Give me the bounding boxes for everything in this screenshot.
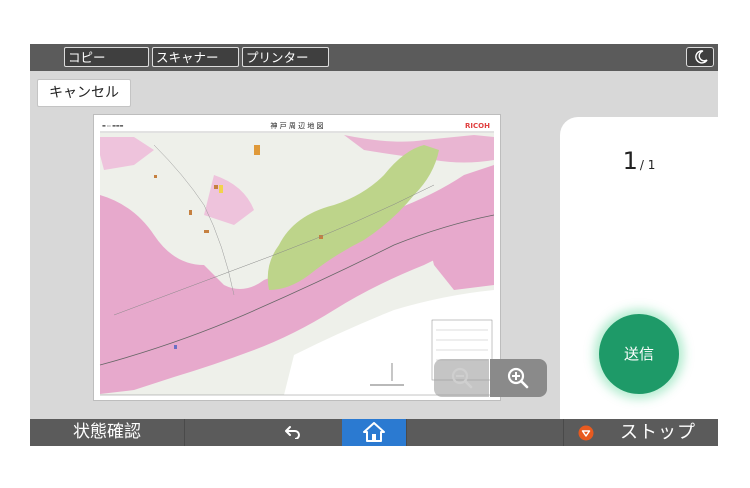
home-icon <box>363 422 385 442</box>
bottom-bar: 状態確認 ストップ <box>30 419 718 446</box>
page-total: / 1 <box>639 158 656 172</box>
page-counter: 1/ 1 <box>560 147 718 175</box>
send-panel: 1/ 1 送信 <box>560 117 718 419</box>
status-check-button[interactable]: 状態確認 <box>30 419 185 446</box>
map-brand: RICOH <box>465 122 490 130</box>
energy-saver-button[interactable] <box>686 47 714 67</box>
svg-text:▬ ▭ ▬▬▬: ▬ ▭ ▬▬▬ <box>102 123 124 128</box>
zoom-in-icon <box>507 367 529 389</box>
divider <box>406 419 407 446</box>
tab-printer[interactable]: プリンター <box>242 47 329 67</box>
stop-button[interactable]: ストップ <box>564 419 718 446</box>
tab-copy[interactable]: コピー <box>64 47 149 67</box>
back-button[interactable] <box>276 419 310 446</box>
map-image: ▬ ▭ ▬▬▬ 神 戸 周 辺 地 図 RICOH <box>94 115 500 400</box>
tab-scanner[interactable]: スキャナー <box>152 47 239 67</box>
back-arrow-icon <box>285 426 300 439</box>
stop-icon <box>578 425 594 441</box>
home-button[interactable] <box>342 419 406 446</box>
zoom-out-icon <box>451 367 473 389</box>
scan-preview: ▬ ▭ ▬▬▬ 神 戸 周 辺 地 図 RICOH <box>93 114 501 401</box>
moon-icon <box>695 50 708 64</box>
stop-label: ストップ <box>620 422 696 443</box>
main-area: キャンセル ▬ ▭ ▬▬▬ 神 戸 周 辺 地 図 RICOH 1 / 1 送信 <box>30 71 718 419</box>
page-current: 1 <box>622 147 638 175</box>
top-bar: コピー スキャナー プリンター <box>30 44 718 71</box>
send-button[interactable]: 送信 <box>599 314 679 394</box>
zoom-out-button[interactable] <box>434 359 489 397</box>
map-title: 神 戸 周 辺 地 図 <box>270 121 323 130</box>
cancel-button[interactable]: キャンセル <box>37 79 131 107</box>
zoom-in-button[interactable] <box>490 359 547 397</box>
